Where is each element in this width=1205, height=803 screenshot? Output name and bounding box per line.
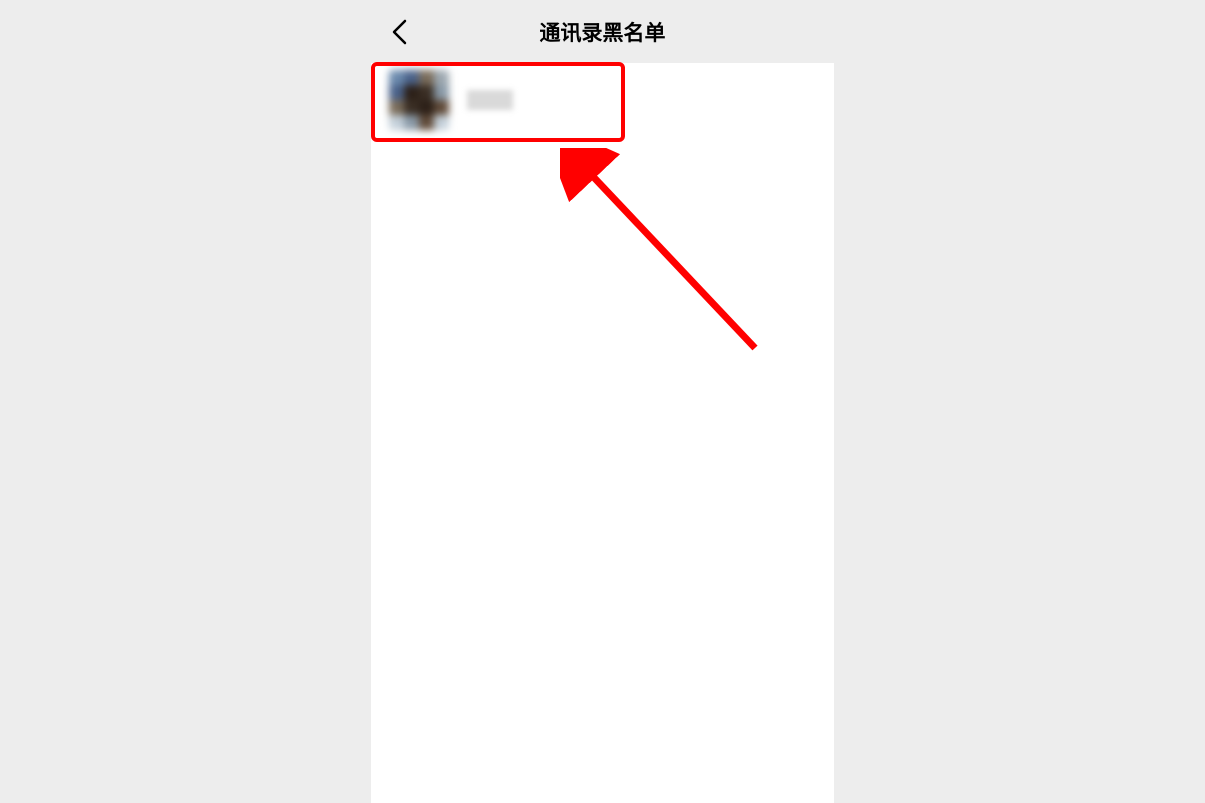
content-area (371, 63, 834, 137)
avatar (389, 70, 449, 130)
contact-list-item[interactable] (371, 63, 834, 137)
back-icon[interactable] (391, 19, 407, 45)
page-title: 通讯录黑名单 (371, 17, 834, 47)
header-bar: 通讯录黑名单 (371, 0, 834, 63)
contact-name-redacted (467, 90, 513, 110)
phone-screen: 通讯录黑名单 (371, 0, 834, 803)
